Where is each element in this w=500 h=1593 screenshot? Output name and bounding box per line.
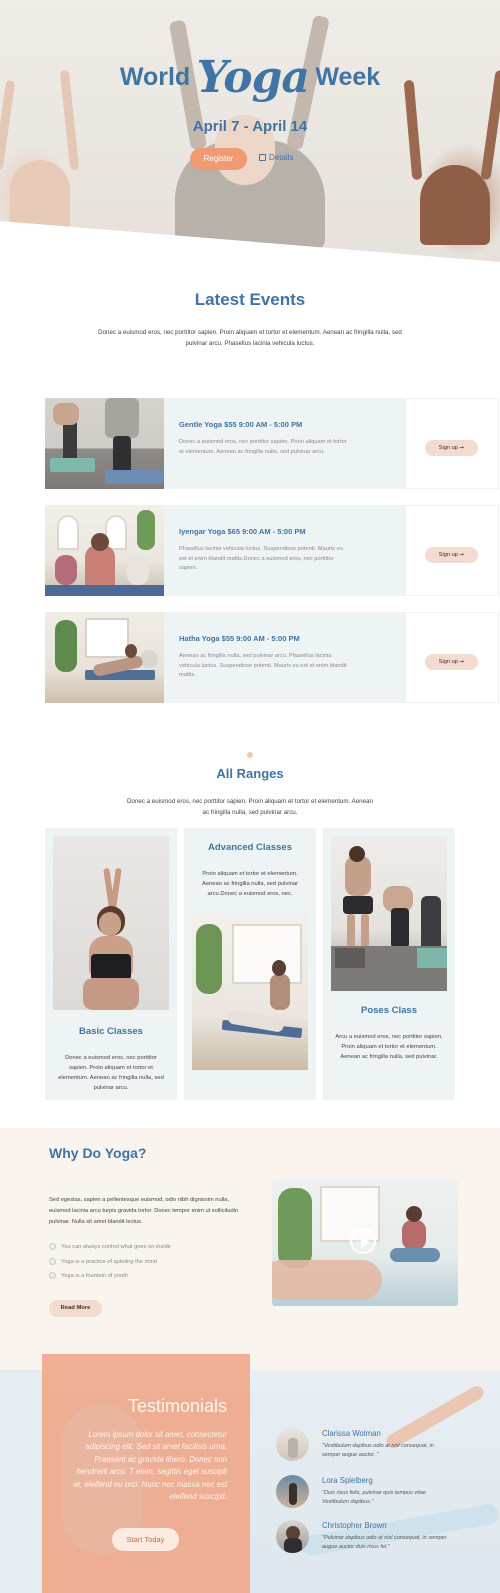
events-intro: Donec a euismod eros, nec porttitor sapi… <box>98 329 402 347</box>
event-title: Iyengar Yoga $65 9:00 AM - 5:00 PM <box>179 527 306 536</box>
range-card-poses: Poses Class Arcu a euismod eros, nec por… <box>323 828 455 1100</box>
hero-title-yoga: Yoga <box>196 52 310 103</box>
event-image <box>45 398 164 489</box>
why-list-item: Yoga is a fountain of youth <box>49 1272 128 1279</box>
ranges-intro: Donec a euismod eros, nec porttitor sapi… <box>127 798 373 816</box>
calendar-icon <box>259 154 266 161</box>
event-image <box>45 505 164 596</box>
poses-class-text: Arcu a euismod eros, nec porttitor sapie… <box>335 1034 443 1060</box>
basic-classes-image <box>53 836 169 1010</box>
bullet-icon <box>49 1258 56 1265</box>
event-text: Donec a euismod eros, nec porttitor sapi… <box>179 439 347 455</box>
testimonial-item: Lora Spielberg "Duis risus felis, pulvin… <box>276 1475 476 1515</box>
basic-classes-text: Donec a euismod eros, nec porttitor sapi… <box>58 1055 164 1091</box>
basic-classes-title: Basic Classes <box>79 1026 143 1037</box>
why-yoga-title: Why Do Yoga? <box>49 1145 147 1161</box>
why-list-item: You can always control what goes on insi… <box>49 1243 171 1250</box>
range-card-advanced: Advanced Classes Proin aliquam et tortor… <box>184 828 316 1100</box>
avatar <box>276 1475 309 1508</box>
event-text: Aenean ac fringilla nulla, sed pulvinar … <box>179 653 347 678</box>
poses-class-title: Poses Class <box>361 1005 417 1016</box>
details-label: Details <box>269 153 294 162</box>
testimonial-name: Lora Spielberg <box>322 1476 373 1485</box>
play-icon[interactable] <box>350 1228 376 1254</box>
hero-date: April 7 - April 14 <box>192 118 308 135</box>
sign-up-button[interactable]: Sign up ➞ <box>425 547 478 563</box>
advanced-classes-image <box>192 914 308 1070</box>
event-details: Hatha Yoga $55 9:00 AM - 5:00 PM Aenean … <box>164 612 405 703</box>
bullet-icon <box>49 1272 56 1279</box>
why-yoga-video[interactable] <box>272 1180 458 1306</box>
details-link[interactable]: Details <box>259 153 293 162</box>
sign-up-button[interactable]: Sign up ➞ <box>425 440 478 456</box>
hero-title-week: Week <box>315 63 381 91</box>
event-details: Gentle Yoga $55 9:00 AM - 5:00 PM Donec … <box>164 398 405 489</box>
advanced-classes-title: Advanced Classes <box>208 842 292 853</box>
event-text: Phasellus lacinia vehicula luctus. Suspe… <box>179 546 343 571</box>
register-button[interactable]: Register <box>190 148 247 170</box>
testimonial-quote: "Duis risus felis, pulvinar quis tempus … <box>322 1490 427 1505</box>
advanced-classes-text: Proin aliquam et tortor et elementum. Ae… <box>201 871 299 897</box>
sign-up-button[interactable]: Sign up ➞ <box>425 654 478 670</box>
event-card: Gentle Yoga $55 9:00 AM - 5:00 PM Donec … <box>45 398 499 489</box>
read-more-button[interactable]: Read More <box>49 1300 102 1317</box>
testimonial-name: Clarissa Wolman <box>322 1429 381 1438</box>
testimonial-quote: "Pulvinar dapibus odio at nisl consequat… <box>322 1535 447 1550</box>
testimonial-name: Christopher Brown <box>322 1521 387 1530</box>
testimonial-item: Christopher Brown "Pulvinar dapibus odio… <box>276 1520 476 1560</box>
hero-title-world: World <box>119 63 191 91</box>
event-card: Iyengar Yoga $65 9:00 AM - 5:00 PM Phase… <box>45 505 499 596</box>
avatar <box>276 1428 309 1461</box>
why-list-item: Yoga is a practice of quieting the mind <box>49 1258 157 1265</box>
range-card-basic: Basic Classes Donec a euismod eros, nec … <box>45 828 177 1100</box>
hero-title: World Yoga Week <box>0 52 500 103</box>
start-today-button[interactable]: Start Today <box>112 1528 179 1551</box>
event-details: Iyengar Yoga $65 9:00 AM - 5:00 PM Phase… <box>164 505 405 596</box>
testimonial-quote: "Vestibulum dapibus odio at nisl consequ… <box>322 1443 434 1458</box>
decorative-dot <box>247 752 253 758</box>
testimonial-item: Clarissa Wolman "Vestibulum dapibus odio… <box>276 1428 476 1468</box>
testimonials-quote: Lorem ipsum dolor sit amet, consectetur … <box>73 1430 227 1502</box>
bullet-icon <box>49 1243 56 1250</box>
poses-class-image <box>331 836 447 991</box>
event-title: Hatha Yoga $55 9:00 AM - 5:00 PM <box>179 634 300 643</box>
event-image <box>45 612 164 703</box>
event-title: Gentle Yoga $55 9:00 AM - 5:00 PM <box>179 420 303 429</box>
why-yoga-text: Sed egestas, sapien a pellentesque euism… <box>49 1197 239 1225</box>
event-card: Hatha Yoga $55 9:00 AM - 5:00 PM Aenean … <box>45 612 499 703</box>
testimonials-title: Testimonials <box>127 1396 227 1416</box>
events-title: Latest Events <box>194 290 306 309</box>
ranges-title: All Ranges <box>216 766 284 781</box>
avatar <box>276 1520 309 1553</box>
